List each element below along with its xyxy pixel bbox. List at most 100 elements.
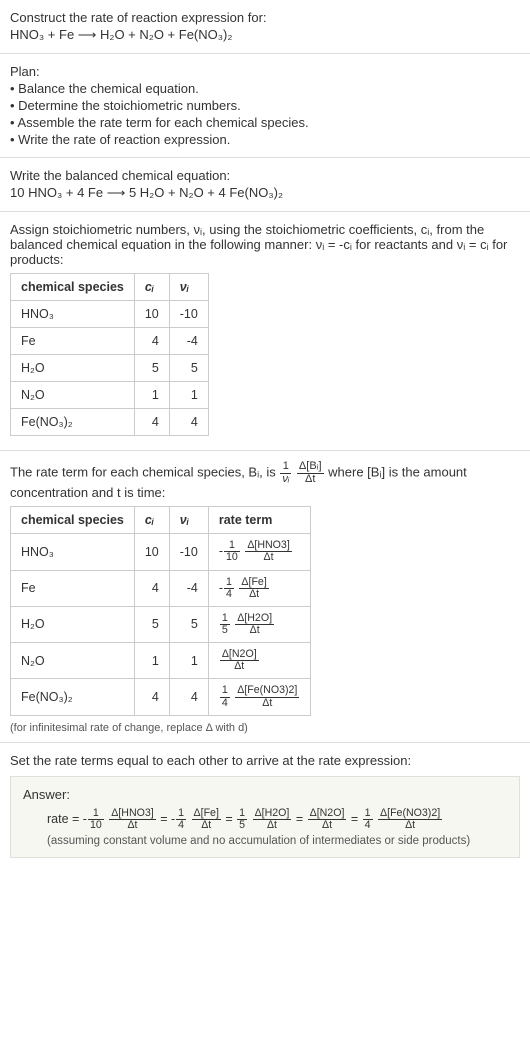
answer-label: Answer: — [23, 787, 507, 802]
plan-title: Plan: — [10, 64, 520, 79]
table-row: Fe4-4-14 Δ[Fe]Δt — [11, 570, 311, 606]
cell-rate-term: -110 Δ[HNO3]Δt — [208, 534, 311, 570]
fraction: Δ[Fe(NO3)2]Δt — [378, 808, 442, 831]
frac-one-over-nu: 1 νᵢ — [280, 461, 291, 485]
cell-ci: 1 — [134, 643, 169, 679]
cell-rate-term: -14 Δ[Fe]Δt — [208, 570, 311, 606]
cell-species: Fe(NO₃)₂ — [11, 409, 135, 436]
cell-ci: 5 — [134, 606, 169, 642]
plan-section: Plan: • Balance the chemical equation. •… — [0, 54, 530, 158]
cell-ci: 4 — [134, 679, 169, 715]
cell-species: Fe(NO₃)₂ — [11, 679, 135, 715]
fraction: 14 — [224, 577, 234, 600]
plan-bullet: • Write the rate of reaction expression. — [10, 132, 520, 147]
cell-ci: 4 — [134, 328, 169, 355]
rate-expression: rate = -110 Δ[HNO3]Δt = -14 Δ[Fe]Δt = 15… — [47, 808, 507, 831]
frac-dBi-dt: Δ[Bᵢ] Δt — [297, 461, 324, 485]
table-row: N₂O11Δ[N2O]Δt — [11, 643, 311, 679]
fraction: Δ[H2O]Δt — [253, 808, 292, 831]
cell-species: H₂O — [11, 606, 135, 642]
cell-vi: -4 — [169, 570, 208, 606]
balanced-title: Write the balanced chemical equation: — [10, 168, 520, 183]
th-rate-term: rate term — [208, 507, 311, 534]
final-title: Set the rate terms equal to each other t… — [10, 753, 520, 768]
table-row: H₂O5515 Δ[H2O]Δt — [11, 606, 311, 642]
cell-vi: 4 — [169, 409, 208, 436]
fraction: Δ[Fe]Δt — [239, 577, 268, 600]
fraction: 110 — [88, 808, 104, 831]
fraction: Δ[N2O]Δt — [308, 808, 347, 831]
table-row: HNO₃10-10 — [11, 301, 209, 328]
prompt-section: Construct the rate of reaction expressio… — [0, 0, 530, 54]
table-header-row: chemical species cᵢ νᵢ — [11, 274, 209, 301]
cell-ci: 1 — [134, 382, 169, 409]
table-row: HNO₃10-10-110 Δ[HNO3]Δt — [11, 534, 311, 570]
fraction: Δ[Fe]Δt — [192, 808, 221, 831]
fraction: Δ[HNO3]Δt — [109, 808, 155, 831]
cell-species: HNO₃ — [11, 534, 135, 570]
cell-rate-term: 15 Δ[H2O]Δt — [208, 606, 311, 642]
cell-species: Fe — [11, 570, 135, 606]
cell-ci: 4 — [134, 570, 169, 606]
th-species: chemical species — [11, 507, 135, 534]
fraction: Δ[H2O]Δt — [235, 613, 274, 636]
th-ci: cᵢ — [134, 274, 169, 301]
table-header-row: chemical species cᵢ νᵢ rate term — [11, 507, 311, 534]
table-row: Fe4-4 — [11, 328, 209, 355]
balanced-equation: 10 HNO₃ + 4 Fe ⟶ 5 H₂O + N₂O + 4 Fe(NO₃)… — [10, 185, 520, 201]
cell-ci: 5 — [134, 355, 169, 382]
table-row: N₂O11 — [11, 382, 209, 409]
final-section: Set the rate terms equal to each other t… — [0, 743, 530, 876]
answer-box: Answer: rate = -110 Δ[HNO3]Δt = -14 Δ[Fe… — [10, 776, 520, 858]
cell-species: N₂O — [11, 643, 135, 679]
cell-vi: 4 — [169, 679, 208, 715]
answer-note: (assuming constant volume and no accumul… — [47, 835, 507, 847]
table-row: Fe(NO₃)₂44 — [11, 409, 209, 436]
cell-vi: 1 — [169, 643, 208, 679]
stoich-intro: Assign stoichiometric numbers, νᵢ, using… — [10, 222, 520, 267]
prompt-line1: Construct the rate of reaction expressio… — [10, 10, 520, 25]
plan-bullet: • Balance the chemical equation. — [10, 81, 520, 96]
plan-bullet: • Determine the stoichiometric numbers. — [10, 98, 520, 113]
cell-vi: 1 — [169, 382, 208, 409]
th-ci: cᵢ — [134, 507, 169, 534]
cell-species: Fe — [11, 328, 135, 355]
fraction: 15 — [220, 613, 230, 636]
th-vi: νᵢ — [169, 274, 208, 301]
cell-vi: 5 — [169, 355, 208, 382]
cell-ci: 10 — [134, 534, 169, 570]
prompt-equation: HNO₃ + Fe ⟶ H₂O + N₂O + Fe(NO₃)₂ — [10, 27, 520, 43]
fraction: Δ[Fe(NO3)2]Δt — [235, 685, 299, 708]
cell-vi: -10 — [169, 534, 208, 570]
fraction: 15 — [237, 808, 247, 831]
cell-species: H₂O — [11, 355, 135, 382]
th-vi: νᵢ — [169, 507, 208, 534]
stoich-table: chemical species cᵢ νᵢ HNO₃10-10Fe4-4H₂O… — [10, 273, 209, 436]
cell-ci: 10 — [134, 301, 169, 328]
cell-rate-term: 14 Δ[Fe(NO3)2]Δt — [208, 679, 311, 715]
fraction: Δ[N2O]Δt — [220, 649, 259, 672]
rateterm-intro: The rate term for each chemical species,… — [10, 461, 520, 500]
cell-vi: 5 — [169, 606, 208, 642]
cell-vi: -4 — [169, 328, 208, 355]
fraction: Δ[HNO3]Δt — [245, 540, 291, 563]
rateterm-note: (for infinitesimal rate of change, repla… — [10, 722, 520, 734]
th-species: chemical species — [11, 274, 135, 301]
cell-ci: 4 — [134, 409, 169, 436]
cell-species: HNO₃ — [11, 301, 135, 328]
table-row: Fe(NO₃)₂4414 Δ[Fe(NO3)2]Δt — [11, 679, 311, 715]
table-row: H₂O55 — [11, 355, 209, 382]
fraction: 14 — [220, 685, 230, 708]
rateterm-table: chemical species cᵢ νᵢ rate term HNO₃10-… — [10, 506, 311, 716]
fraction: 14 — [176, 808, 186, 831]
rateterm-section: The rate term for each chemical species,… — [0, 451, 530, 743]
cell-rate-term: Δ[N2O]Δt — [208, 643, 311, 679]
fraction: 14 — [363, 808, 373, 831]
fraction: 110 — [224, 540, 240, 563]
rate-label: rate = — [47, 812, 83, 826]
cell-species: N₂O — [11, 382, 135, 409]
stoich-section: Assign stoichiometric numbers, νᵢ, using… — [0, 212, 530, 451]
balanced-section: Write the balanced chemical equation: 10… — [0, 158, 530, 212]
cell-vi: -10 — [169, 301, 208, 328]
plan-bullet: • Assemble the rate term for each chemic… — [10, 115, 520, 130]
